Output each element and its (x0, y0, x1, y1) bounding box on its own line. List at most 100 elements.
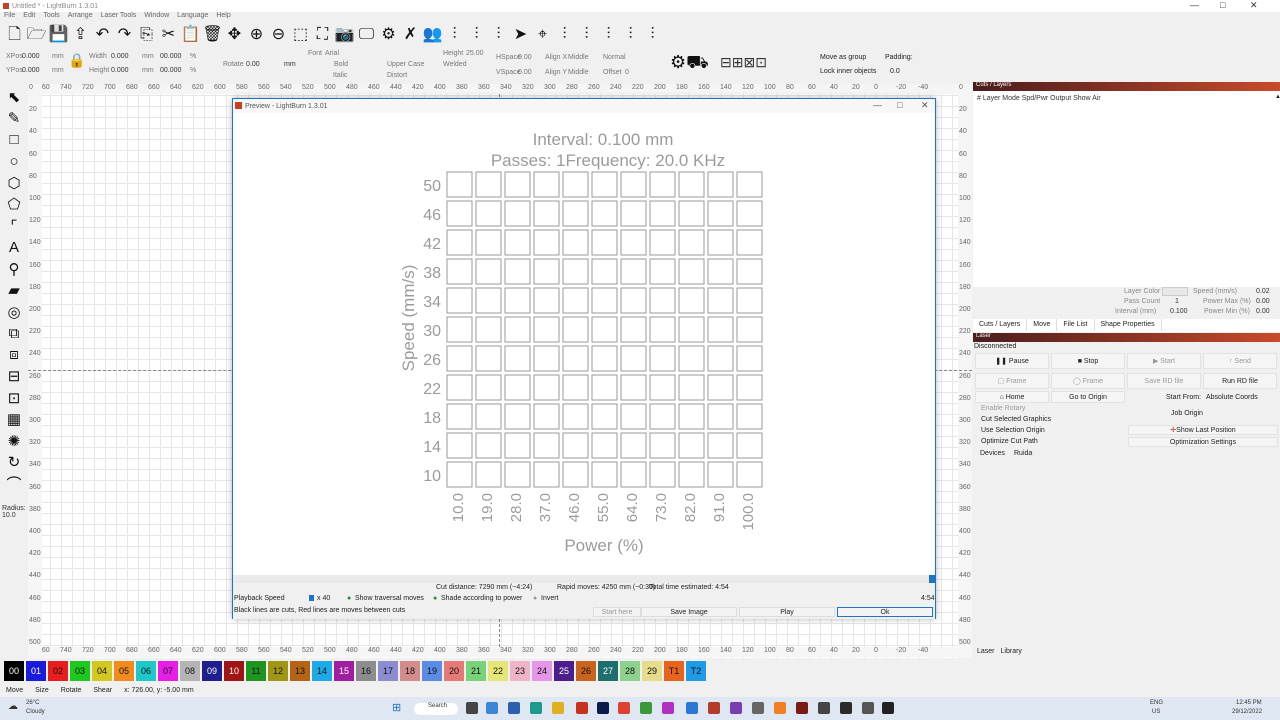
illustrator-icon[interactable] (774, 702, 786, 714)
zoom-in-icon[interactable]: ⊕ (246, 25, 267, 46)
layer-color-29[interactable]: 29 (642, 661, 662, 681)
width-input[interactable]: 0.000 (111, 53, 129, 60)
layer-color-16[interactable]: 16 (356, 661, 376, 681)
width-percent-input[interactable]: 00.000 (160, 53, 181, 60)
speed-value[interactable]: 0.02 (1256, 288, 1270, 295)
maximize-icon[interactable]: □ (1220, 0, 1225, 10)
zoom-select-icon[interactable]: ⛶ (312, 25, 333, 46)
layer-color-13[interactable]: 13 (290, 661, 310, 681)
radius-input[interactable]: 10.0 (2, 512, 28, 519)
frame-round-button[interactable]: ◯ Frame (1051, 373, 1125, 389)
layer-color-08[interactable]: 08 (180, 661, 200, 681)
acrobat-icon[interactable] (796, 702, 808, 714)
explorer-icon[interactable] (552, 702, 564, 714)
clock-time[interactable]: 12:45 PM (1236, 700, 1262, 706)
layer-color-00[interactable]: 00 (4, 661, 24, 681)
align-icon[interactable]: ⫶ (598, 25, 619, 46)
corner-radius-icon[interactable]: ⌒ (3, 474, 25, 494)
tab-laser[interactable]: Laser (977, 648, 995, 660)
align-icon[interactable]: ⫶ (444, 25, 465, 46)
padding-input[interactable]: 0.0 (890, 68, 900, 75)
layer-color-15[interactable]: 15 (334, 661, 354, 681)
menu-language[interactable]: Language (177, 12, 208, 22)
layer-color-25[interactable]: 25 (554, 661, 574, 681)
app-icon[interactable] (662, 702, 674, 714)
subtract-icon[interactable]: ⊟ (3, 367, 25, 387)
select-tool-icon[interactable]: ⬉ (3, 87, 25, 107)
status-rotate[interactable]: Rotate (61, 687, 82, 694)
hspace-input[interactable]: 0.00 (518, 54, 532, 61)
start-menu-icon[interactable]: ⊞ (392, 701, 401, 714)
xpos-input[interactable]: 0.000 (22, 53, 40, 60)
go-to-origin-button[interactable]: Go to Origin (1051, 391, 1125, 403)
device-select[interactable]: Ruida (1014, 450, 1032, 457)
pass-count-value[interactable]: 1 (1175, 298, 1179, 305)
tab-cuts-layers[interactable]: Cuts / Layers (973, 319, 1028, 331)
layer-color-10[interactable]: 10 (224, 661, 244, 681)
units-selector[interactable]: mm (284, 61, 296, 68)
layer-color-17[interactable]: 17 (378, 661, 398, 681)
align-tools-icons[interactable]: ⊟⊞⊠⊡ (720, 54, 767, 71)
power-max-value[interactable]: 0.00 (1256, 298, 1270, 305)
layer-color-23[interactable]: 23 (510, 661, 530, 681)
layer-color-03[interactable]: 03 (70, 661, 90, 681)
font-selector[interactable]: Arial (325, 50, 339, 57)
save-image-button[interactable]: Save Image (641, 607, 737, 617)
distort-checkbox[interactable]: Distort (387, 72, 407, 79)
cuts-scroll-up-icon[interactable]: ▲ (1275, 94, 1280, 100)
circular-array-icon[interactable]: ✺ (3, 431, 25, 451)
monitor-icon[interactable]: 🖵 (356, 25, 377, 46)
text-mode-selector[interactable]: Normal (603, 54, 626, 61)
edge-icon[interactable] (530, 702, 542, 714)
position-marker-icon[interactable]: ⚲ (3, 259, 25, 279)
zoom-frame-icon[interactable]: ⬚ (290, 25, 311, 46)
align-y-selector[interactable]: Middle (568, 69, 589, 76)
chrome-icon[interactable] (618, 702, 630, 714)
preview-close-icon[interactable]: ✕ (921, 100, 929, 111)
start-here-button[interactable]: Start here (593, 607, 641, 617)
align-icon[interactable]: ⫶ (642, 25, 663, 46)
layer-color-14[interactable]: 14 (312, 661, 332, 681)
layer-color-11[interactable]: 11 (246, 661, 266, 681)
taskbar-search[interactable]: Search (414, 703, 458, 715)
menu-laser-tools[interactable]: Laser Tools (101, 12, 137, 22)
open-folder-icon[interactable]: 🗁 (26, 25, 47, 46)
edit-nodes-icon[interactable]: ✎ (3, 109, 25, 129)
move-icon[interactable]: ✥ (224, 25, 245, 46)
save-rd-button[interactable]: Save RD file (1127, 373, 1201, 389)
frame-rect-button[interactable]: ▢ Frame (975, 373, 1049, 389)
layer-color-18[interactable]: 18 (400, 661, 420, 681)
lock-inner-toggle[interactable]: Lock inner objects (820, 68, 876, 75)
menu-tools[interactable]: Tools (43, 12, 59, 22)
shade-power-toggle-icon[interactable]: ● (433, 595, 437, 602)
lock-icon[interactable]: 🔒 (68, 52, 85, 69)
home-button[interactable]: ⌂ Home (975, 391, 1049, 403)
ypos-input[interactable]: 0.000 (22, 67, 40, 74)
upper-case-checkbox[interactable]: Upper Case (387, 61, 424, 68)
vspace-input[interactable]: 0.00 (518, 69, 532, 76)
menu-arrange[interactable]: Arrange (68, 12, 93, 22)
layer-color-06[interactable]: 06 (136, 661, 156, 681)
copy-icon[interactable]: ⎘ (136, 25, 157, 46)
enable-rotary-toggle[interactable]: Enable Rotary (981, 405, 1025, 412)
offset-input[interactable]: 0 (625, 69, 629, 76)
redo-icon[interactable]: ↷ (114, 25, 135, 46)
menu-edit[interactable]: Edit (23, 12, 35, 22)
height-percent-input[interactable]: 00.000 (160, 67, 181, 74)
preview-maximize-icon[interactable]: □ (897, 100, 902, 110)
layer-color-28[interactable]: 28 (620, 661, 640, 681)
settings-gear-icon[interactable]: ⚙ (378, 25, 399, 46)
start-button[interactable]: ▶ Start (1127, 353, 1201, 369)
tab-shape-properties[interactable]: Shape Properties (1095, 319, 1162, 331)
offset-icon[interactable]: ◎ (3, 302, 25, 322)
target-icon[interactable]: ⌖ (532, 25, 553, 46)
send-button[interactable]: ↑ Send (1203, 353, 1277, 369)
devices-button[interactable]: Devices (980, 450, 1005, 457)
bold-checkbox[interactable]: Bold (334, 61, 348, 68)
text-height-input[interactable]: 25.00 (466, 50, 484, 57)
menu-help[interactable]: Help (216, 12, 230, 22)
ellipse-icon[interactable]: ○ (3, 152, 25, 172)
app-icon[interactable] (730, 702, 742, 714)
stop-button[interactable]: ■ Stop (1051, 353, 1125, 369)
app-icon[interactable] (752, 702, 764, 714)
